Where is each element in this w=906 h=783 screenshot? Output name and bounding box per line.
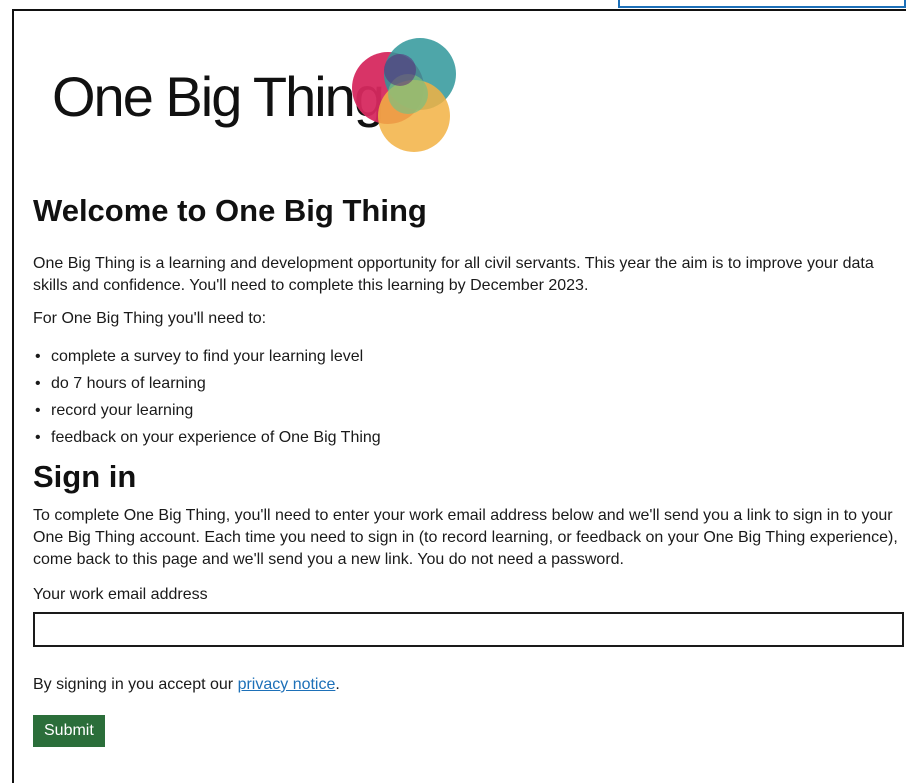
one-big-thing-logo: One Big Thing [52,38,472,153]
list-item: do 7 hours of learning [33,370,898,397]
email-label: Your work email address [33,586,208,603]
privacy-notice-link[interactable]: privacy notice [238,676,336,693]
list-item: record your learning [33,397,898,424]
logo-wordmark: One Big Thing [52,65,385,128]
sign-in-instructions: To complete One Big Thing, you'll need t… [33,507,898,568]
intro-paragraph: One Big Thing is a learning and developm… [33,255,874,294]
list-item: feedback on your experience of One Big T… [33,424,898,451]
requirements-lead: For One Big Thing you'll need to: [33,310,267,327]
email-field[interactable] [33,612,904,647]
main-content: Welcome to One Big Thing One Big Thing i… [33,191,904,747]
privacy-text: By signing in you accept our privacy not… [33,674,898,696]
list-item: complete a survey to find your learning … [33,343,898,370]
overlapping-circles-logo-icon [352,38,456,152]
submit-button[interactable]: Submit [33,715,105,747]
sign-in-heading: Sign in [33,459,137,494]
requirements-list: complete a survey to find your learning … [33,343,898,451]
page-title: Welcome to One Big Thing [33,193,427,228]
top-strip-link-outline [618,0,906,8]
privacy-prefix: By signing in you accept our [33,676,238,693]
page-frame: One Big Thing Welcome to One Big Thing O… [12,9,906,783]
privacy-suffix: . [335,676,340,693]
